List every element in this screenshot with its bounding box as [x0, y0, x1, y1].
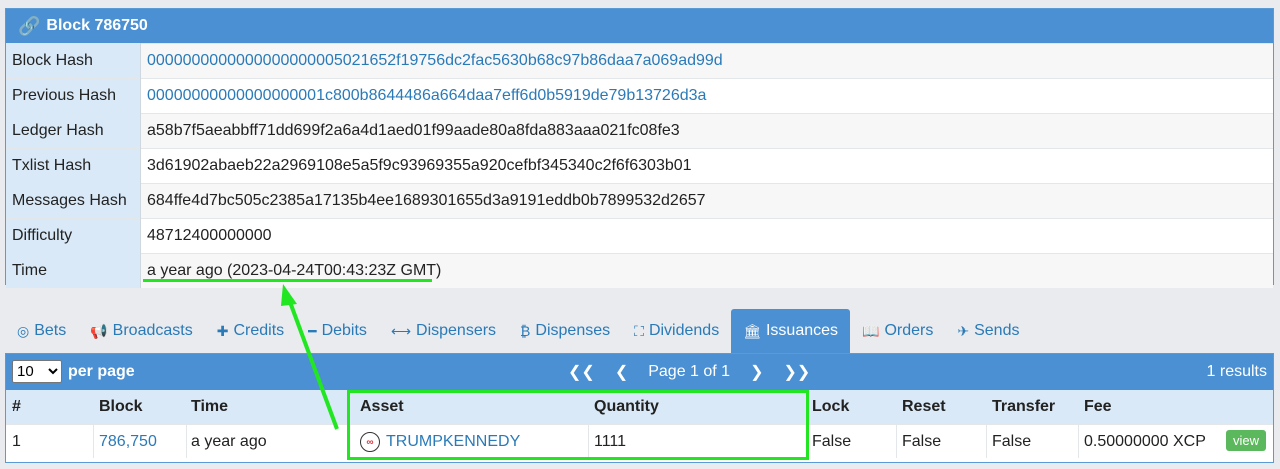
- sitemap-icon: ⛶: [634, 322, 644, 339]
- info-row-difficulty: Difficulty 48712400000000: [6, 218, 1273, 254]
- target-icon: ◎: [17, 322, 30, 339]
- col-reset[interactable]: Reset: [902, 390, 946, 424]
- tab-issuances[interactable]: 🏛 Issuances: [731, 309, 851, 353]
- per-page-select[interactable]: 10: [12, 360, 62, 383]
- tab-label: Debits: [321, 322, 367, 339]
- first-page-icon[interactable]: ❮❮: [568, 362, 595, 382]
- bitcoin-icon: ₿: [520, 323, 531, 339]
- info-value: 48712400000000: [140, 218, 1273, 254]
- info-label: Difficulty: [6, 218, 141, 254]
- block-info-table: Block Hash 0000000000000000000005021652f…: [6, 43, 1273, 288]
- column-divider: [896, 424, 897, 458]
- info-value: a year ago (2023-04-24T00:43:23Z GMT): [140, 253, 1273, 288]
- col-transfer[interactable]: Transfer: [992, 390, 1055, 424]
- minus-icon: ━: [308, 322, 317, 339]
- column-divider: [186, 424, 187, 458]
- block-panel: 🔗 Block 786750 Block Hash 00000000000000…: [5, 8, 1274, 288]
- column-divider: [986, 424, 987, 458]
- exchange-icon: ⟷: [390, 322, 412, 339]
- bank-icon: 🏛: [743, 322, 761, 339]
- tab-orders[interactable]: 📖 Orders: [850, 309, 945, 353]
- next-page-icon[interactable]: ❯: [750, 362, 763, 382]
- info-label: Messages Hash: [6, 183, 141, 219]
- block-link[interactable]: 786,750: [99, 433, 157, 451]
- col-block[interactable]: Block: [99, 390, 143, 424]
- info-row-block-hash: Block Hash 0000000000000000000005021652f…: [6, 43, 1273, 79]
- tab-label: Broadcasts: [112, 322, 193, 339]
- table-toolbar: 10 per page ❮❮ ❮ Page 1 of 1 ❯ ❯❯ 1 resu…: [6, 354, 1273, 390]
- block-hash-link[interactable]: 0000000000000000000005021652f19756dc2fac…: [147, 52, 723, 69]
- view-button[interactable]: view: [1225, 430, 1266, 451]
- tab-broadcasts[interactable]: 📢 Broadcasts: [78, 309, 204, 353]
- tab-credits[interactable]: ✚ Credits: [205, 309, 296, 353]
- pager: ❮❮ ❮ Page 1 of 1 ❯ ❯❯: [558, 354, 820, 390]
- tab-dispenses[interactable]: ₿ Dispenses: [508, 309, 622, 353]
- megaphone-icon: 📢: [90, 322, 108, 339]
- tab-label: Credits: [233, 322, 285, 339]
- info-label: Previous Hash: [6, 78, 141, 114]
- previous-hash-link[interactable]: 00000000000000000001c800b8644486a664daa7…: [147, 87, 706, 104]
- last-page-icon[interactable]: ❯❯: [783, 362, 810, 382]
- paper-plane-icon: ✈: [957, 322, 970, 339]
- tab-label: Sends: [974, 322, 1020, 339]
- tab-bets[interactable]: ◎ Bets: [5, 309, 78, 353]
- row-time: a year ago: [191, 433, 267, 450]
- tab-dividends[interactable]: ⛶ Dividends: [622, 309, 731, 353]
- info-label: Txlist Hash: [6, 148, 141, 184]
- col-time[interactable]: Time: [191, 390, 228, 424]
- tab-label: Bets: [34, 322, 67, 339]
- row-fee: 0.50000000 XCP: [1084, 433, 1206, 450]
- col-lock[interactable]: Lock: [812, 390, 849, 424]
- tab-label: Issuances: [765, 322, 839, 339]
- info-row-previous-hash: Previous Hash 00000000000000000001c800b8…: [6, 78, 1273, 114]
- results-count: 1 results: [1206, 363, 1267, 380]
- book-icon: 📖: [862, 322, 880, 339]
- per-page-label: per page: [68, 362, 135, 380]
- tab-label: Orders: [884, 322, 934, 339]
- time-highlight-underline: [143, 279, 432, 282]
- tab-sends[interactable]: ✈ Sends: [945, 309, 1031, 353]
- column-divider: [93, 424, 94, 458]
- block-panel-header: 🔗 Block 786750: [6, 9, 1273, 43]
- column-divider: [1078, 424, 1079, 458]
- col-fee[interactable]: Fee: [1084, 390, 1112, 424]
- link-icon: 🔗: [18, 15, 41, 36]
- page-indicator: Page 1 of 1: [648, 363, 731, 380]
- tab-bar: ◎ Bets 📢 Broadcasts ✚ Credits ━ Debits ⟷ Disp…: [5, 309, 1031, 353]
- asset-quantity-highlight-box: [347, 390, 809, 460]
- info-row-time: Time a year ago (2023-04-24T00:43:23Z GM…: [6, 253, 1273, 288]
- tab-debits[interactable]: ━ Debits: [296, 309, 379, 353]
- block-title: Block 786750: [46, 17, 148, 34]
- info-label: Time: [6, 253, 141, 288]
- tab-label: Dispensers: [416, 322, 497, 339]
- row-transfer: False: [992, 433, 1032, 450]
- prev-page-icon[interactable]: ❮: [615, 362, 628, 382]
- plus-icon: ✚: [216, 322, 229, 339]
- info-row-messages-hash: Messages Hash 684ffe4d7bc505c2385a17135b…: [6, 183, 1273, 219]
- row-lock: False: [812, 433, 852, 450]
- per-page-control: 10 per page: [12, 360, 135, 383]
- row-reset: False: [902, 433, 942, 450]
- info-value: a58b7f5aeabbff71dd699f2a6a4d1aed01f99aad…: [140, 113, 1273, 149]
- info-label: Block Hash: [6, 43, 141, 79]
- info-value: 3d61902abaeb22a2969108e5a5f9c93969355a92…: [140, 148, 1273, 184]
- tab-label: Dividends: [648, 322, 720, 339]
- col-num[interactable]: #: [12, 390, 21, 424]
- row-num: 1: [12, 433, 21, 450]
- info-row-ledger-hash: Ledger Hash a58b7f5aeabbff71dd699f2a6a4d…: [6, 113, 1273, 149]
- tab-dispensers[interactable]: ⟷ Dispensers: [379, 309, 508, 353]
- info-row-txlist-hash: Txlist Hash 3d61902abaeb22a2969108e5a5f9…: [6, 148, 1273, 184]
- info-value: 684ffe4d7bc505c2385a17135b4ee1689301655d…: [140, 183, 1273, 219]
- tab-label: Dispenses: [535, 322, 611, 339]
- info-label: Ledger Hash: [6, 113, 141, 149]
